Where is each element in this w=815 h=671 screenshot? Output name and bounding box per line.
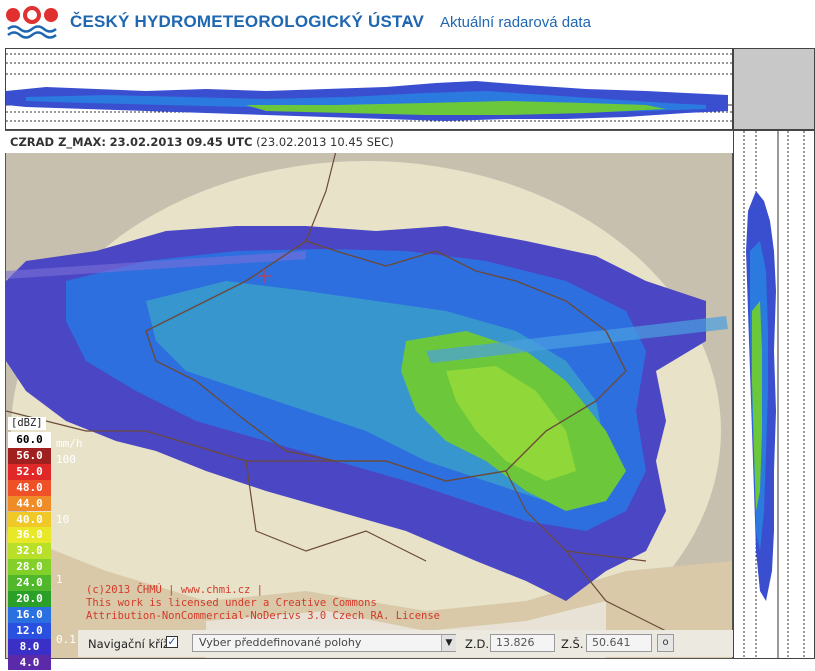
legend-swatch: 12.0 [8, 622, 51, 639]
radar-timestamp: CZRAD Z_MAX: 23.02.2013 09.45 UTC (23.02… [10, 135, 394, 149]
chmu-logo-icon[interactable] [6, 5, 58, 39]
obs-time: 23.02.2013 09.45 UTC [109, 135, 253, 149]
page-subtitle: Aktuální radarová data [440, 14, 591, 31]
legend-swatch: 36.0 [8, 527, 51, 544]
nav-cross-checkbox[interactable]: ✓ [166, 636, 178, 648]
legend-swatch: 52.0 [8, 463, 51, 480]
legend-swatch: 20.0 [8, 591, 51, 607]
checkmark-icon: ✓ [167, 635, 177, 648]
copyright-line-2: This work is licensed under a Creative C… [86, 597, 377, 609]
rain-rate-0-1: 0.1 [56, 633, 76, 646]
legend-swatch: 8.0 [8, 638, 51, 655]
radar-map-graphic [6, 131, 732, 658]
preset-location-select[interactable]: Vyber předdefinované polohy [192, 634, 456, 652]
legend-swatch: 60.0 [8, 432, 51, 448]
projection-corner [733, 48, 815, 130]
copyright-line-3: Attribution-NonCommercial-NoDerivs 3.0 C… [86, 610, 441, 622]
longitude-input[interactable]: 13.826 [490, 634, 555, 652]
legend-swatch: 48.0 [8, 479, 51, 496]
legend-swatch: 24.0 [8, 575, 51, 591]
org-name[interactable]: ČESKÝ HYDROMETEOROLOGICKÝ ÚSTAV [70, 12, 424, 32]
rain-unit-label: mm/h [56, 437, 83, 450]
rain-rate-1: 1 [56, 573, 63, 586]
title-separator: - [404, 14, 410, 30]
top-projection-graphic [6, 53, 732, 122]
legend-swatch: 28.0 [8, 559, 51, 576]
copyright-notice: (c)2013 ČHMÚ | www.chmi.cz | This work i… [86, 584, 440, 623]
longitude-label: Z.D. [465, 637, 490, 651]
local-time: (23.02.2013 10.45 SEC) [256, 135, 394, 149]
rain-rate-10: 10 [56, 513, 70, 526]
product-label: CZRAD Z_MAX: [10, 135, 106, 149]
latitude-label: Z.Š. [561, 637, 584, 651]
chevron-down-icon[interactable]: ▼ [441, 635, 456, 651]
nav-cross-label: Navigační kříž: [88, 637, 173, 651]
legend-swatch: 44.0 [8, 495, 51, 512]
legend-swatch: 16.0 [8, 606, 51, 623]
legend-swatch: 56.0 [8, 447, 51, 464]
latitude-input[interactable]: 50.641 [586, 634, 652, 652]
right-projection-graphic [743, 131, 805, 658]
rain-rate-100: 100 [56, 453, 76, 466]
header: ČESKÝ HYDROMETEOROLOGICKÝ ÚSTAV - Aktuál… [0, 0, 815, 46]
radar-map[interactable] [5, 130, 733, 659]
go-button[interactable]: o [657, 634, 674, 652]
legend-swatch: 40.0 [8, 511, 51, 528]
top-side-projection [5, 48, 733, 130]
legend-unit: [dBZ] [8, 417, 46, 430]
legend-swatch: 32.0 [8, 543, 51, 560]
legend-swatch: 4.0 [8, 654, 51, 671]
right-side-projection [733, 130, 815, 659]
copyright-line-1: (c)2013 ČHMÚ | www.chmi.cz | [86, 584, 264, 596]
